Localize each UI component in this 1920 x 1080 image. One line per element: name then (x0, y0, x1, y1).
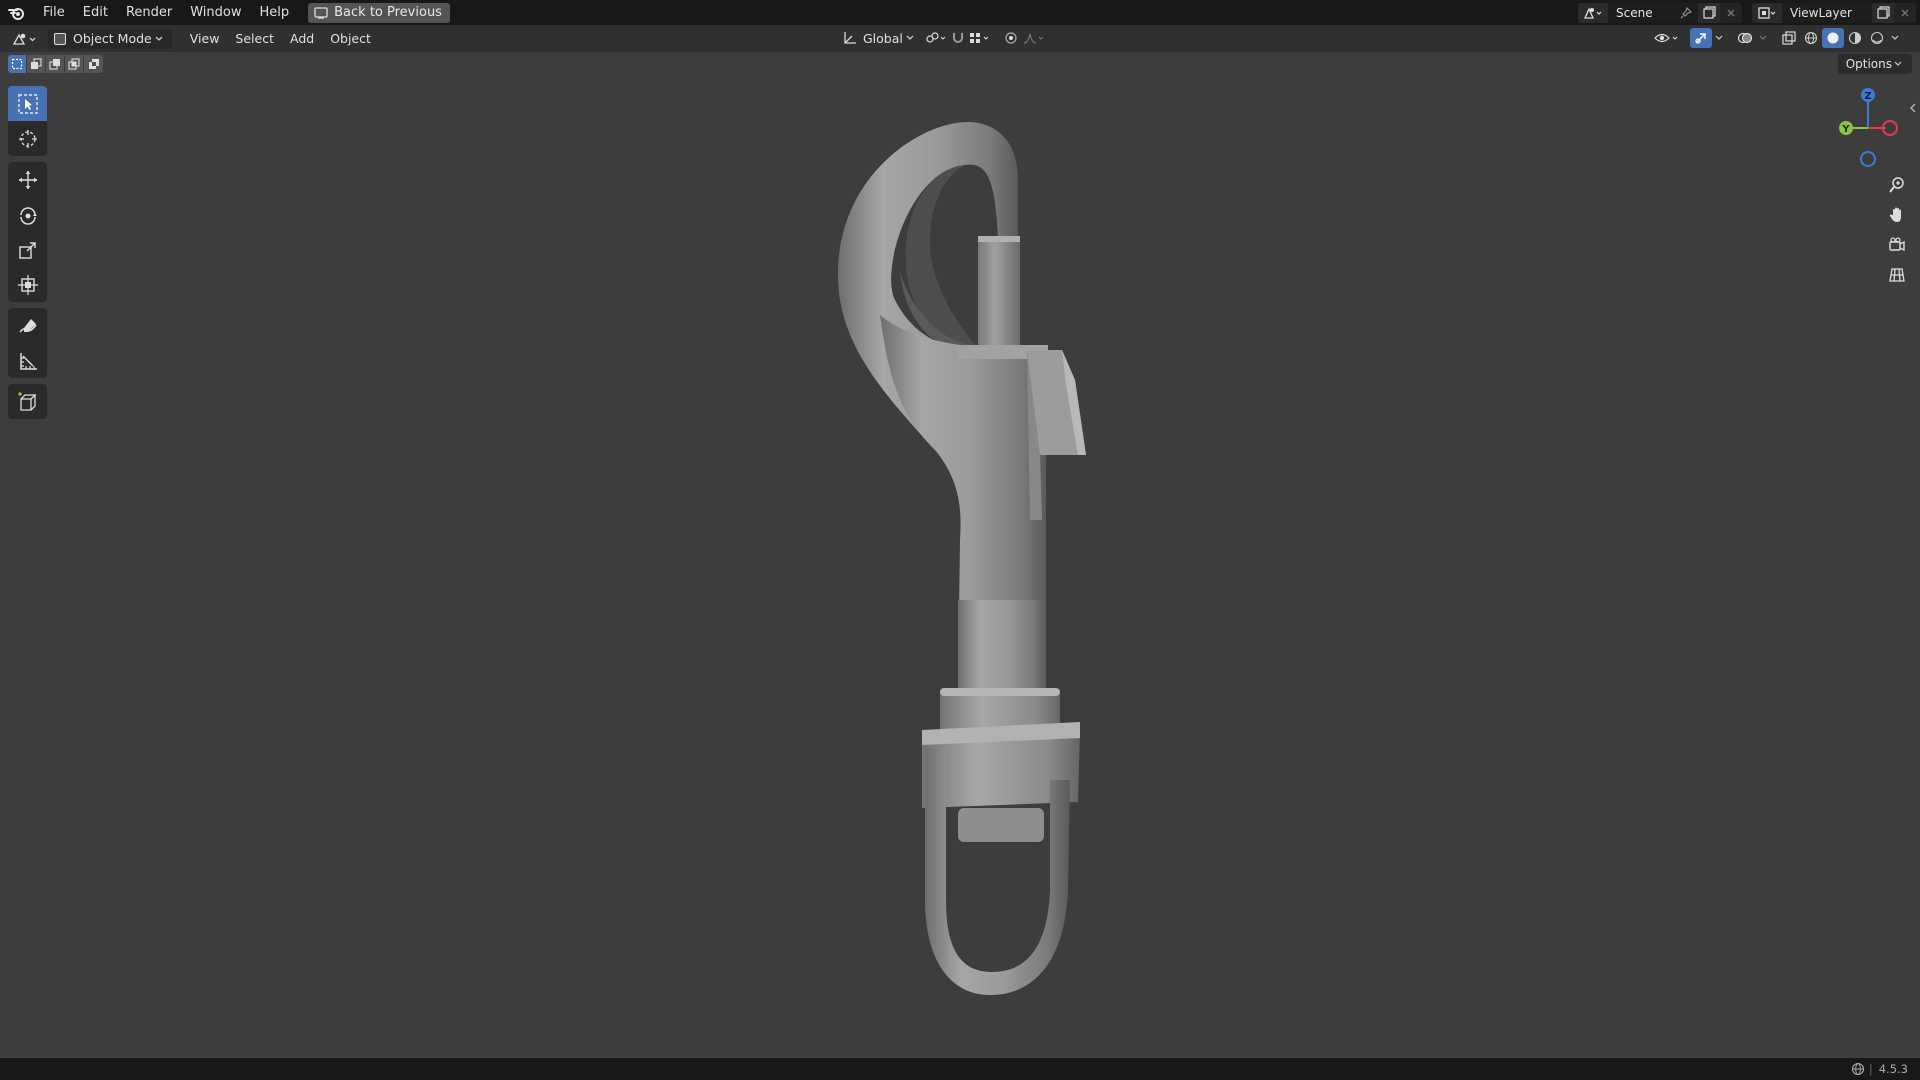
falloff-curve-icon[interactable] (1021, 28, 1047, 48)
delete-scene-icon[interactable] (1720, 2, 1742, 23)
orientation-label: Global (863, 30, 903, 46)
visibility-icon[interactable] (1652, 28, 1682, 48)
gizmo-z-label: Z (1864, 91, 1871, 102)
delete-view-layer-icon[interactable] (1894, 2, 1916, 23)
snap-toggle-icon[interactable] (949, 28, 967, 48)
new-scene-icon[interactable] (1698, 2, 1720, 23)
solid-shading-icon[interactable] (1822, 28, 1844, 48)
navigation-gizmo[interactable]: Z Y (1828, 84, 1908, 174)
proportional-editing-icon[interactable] (1001, 28, 1021, 48)
orientation-axes-icon (844, 32, 856, 44)
blender-logo-icon[interactable] (0, 0, 34, 25)
xray-toggle-icon[interactable] (1778, 28, 1800, 48)
blender-window: File Edit Render Window Help Back to Pre… (0, 0, 1920, 1080)
scene-selector: Scene (1578, 2, 1742, 23)
viewport-header: Object Mode View Select Add Object Globa… (0, 25, 1920, 52)
scene-name: Scene (1616, 5, 1653, 20)
view-layer-name: ViewLayer (1790, 5, 1852, 20)
overlays-dropdown-icon[interactable] (1756, 28, 1770, 48)
menu-help[interactable]: Help (251, 0, 299, 25)
view-layer-selector: ViewLayer (1752, 2, 1916, 23)
menu-render[interactable]: Render (117, 0, 181, 25)
3d-viewport-icon (12, 33, 36, 45)
menu-window[interactable]: Window (181, 0, 250, 25)
pin-icon[interactable] (1680, 6, 1692, 19)
menu-object[interactable]: Object (322, 31, 379, 46)
material-preview-icon[interactable] (1844, 28, 1866, 48)
top-menu-bar: File Edit Render Window Help Back to Pre… (0, 0, 1920, 25)
menu-edit[interactable]: Edit (74, 0, 117, 25)
object-mode-dropdown[interactable]: Object Mode (48, 28, 172, 49)
editor-type-selector[interactable] (8, 29, 42, 49)
snap-target-icon[interactable] (967, 28, 993, 48)
network-globe-icon[interactable] (1851, 1062, 1865, 1076)
rendered-shading-icon[interactable] (1866, 28, 1888, 48)
view-layer-name-field[interactable]: ViewLayer (1782, 2, 1872, 23)
perspective-toggle-icon[interactable] (1882, 260, 1912, 290)
back-button-label: Back to Previous (334, 5, 442, 20)
wireframe-shading-icon[interactable] (1800, 28, 1822, 48)
menu-add[interactable]: Add (282, 31, 322, 46)
camera-view-icon[interactable] (1882, 230, 1912, 260)
back-to-previous-button[interactable]: Back to Previous (308, 2, 450, 23)
scene-name-field[interactable]: Scene (1608, 2, 1698, 23)
shading-dropdown-icon[interactable] (1888, 28, 1902, 48)
gizmo-dropdown-icon[interactable] (1712, 28, 1726, 48)
overlays-toggle-icon[interactable] (1734, 28, 1756, 48)
new-view-layer-icon[interactable] (1872, 2, 1894, 23)
chevron-down-icon (906, 35, 914, 40)
pan-hand-icon[interactable] (1882, 200, 1912, 230)
pivot-point-icon[interactable] (923, 28, 949, 48)
version-label: 4.5.3 (1878, 1062, 1908, 1076)
chevron-down-icon (155, 36, 163, 41)
screen-back-icon (314, 6, 328, 19)
viewport-nav-buttons (1882, 170, 1912, 290)
sidebar-collapse-icon[interactable] (1908, 100, 1918, 116)
menu-select[interactable]: Select (227, 31, 282, 46)
gizmo-neg-z-axis[interactable] (1860, 151, 1876, 167)
zoom-icon[interactable] (1882, 170, 1912, 200)
scene-type-icon[interactable] (1578, 2, 1608, 23)
view-layer-type-icon[interactable] (1752, 2, 1782, 23)
object-mode-icon (54, 32, 66, 45)
gizmo-toggle-icon[interactable] (1690, 28, 1712, 48)
menu-view[interactable]: View (182, 31, 228, 46)
mode-label: Object Mode (73, 31, 152, 46)
status-bar: | 4.5.3 (0, 1058, 1920, 1080)
transform-orientation-dropdown[interactable]: Global (836, 30, 923, 46)
gizmo-y-label: Y (1841, 124, 1850, 135)
menu-file[interactable]: File (34, 0, 74, 25)
viewport-3d-object[interactable] (0, 52, 1920, 1058)
